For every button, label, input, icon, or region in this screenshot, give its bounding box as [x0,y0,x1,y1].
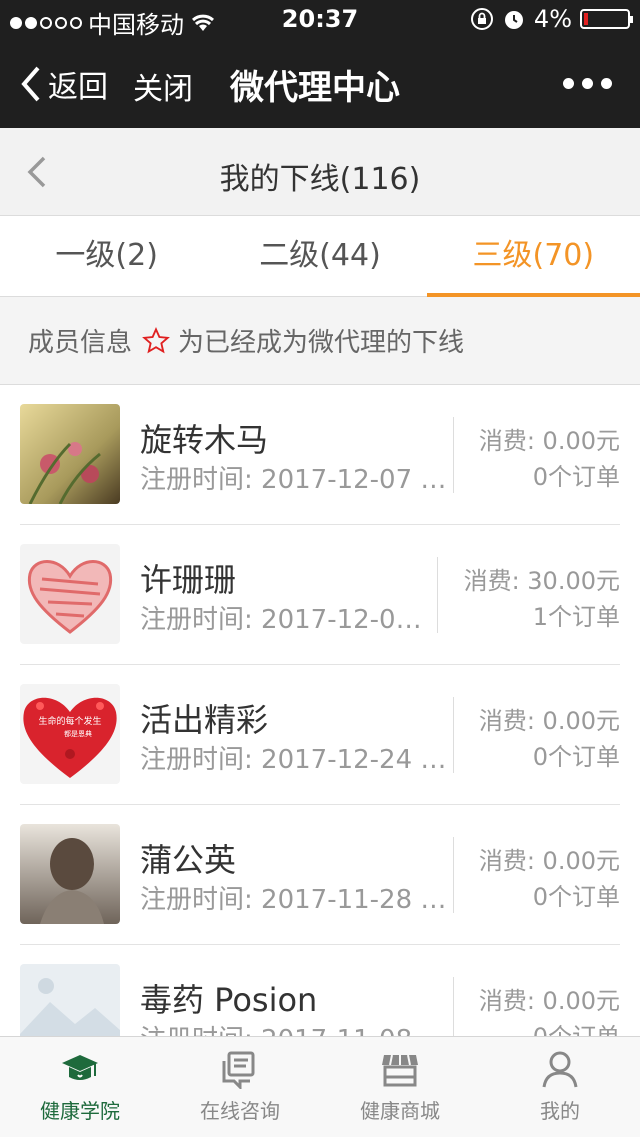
tab-label: 健康学院 [40,1099,120,1123]
alarm-icon [504,11,523,29]
list-item[interactable]: 蒲公英 注册时间: 2017-11-28 … 消费: 0.00元 0个订单 [20,805,620,945]
tab-level-1[interactable]: 一级(2) [0,216,213,296]
avatar [20,404,120,504]
status-bar: 中国移动 20:37 4% [0,0,640,40]
member-name: 毒药 Posion [140,981,318,1019]
info-bar: 成员信息 为已经成为微代理的下线 [0,297,640,385]
page-title: 微代理中心 [230,68,400,108]
tab-label: 我的 [540,1099,580,1123]
divider [453,417,454,493]
tab-label: 健康商城 [360,1099,440,1123]
member-orders: 0个订单 [532,743,620,771]
member-name: 活出精彩 [140,701,269,739]
info-description: 为已经成为微代理的下线 [178,328,465,358]
member-consume: 消费: 0.00元 [478,707,620,735]
avatar-text-1: 生命的每个发生 [38,715,101,727]
tab-level-3[interactable]: 三级(70) [426,216,640,297]
member-orders: 0个订单 [532,883,620,911]
sub-header: 我的下线(116) [0,128,640,216]
more-options-icon[interactable] [563,78,612,89]
star-outline-icon [142,326,170,353]
graduation-cap-icon [62,1055,98,1080]
battery-percent: 4% [533,5,572,33]
user-icon [542,1051,578,1088]
divider [453,837,454,913]
list-item[interactable]: 许珊珊 注册时间: 2017-12-0… 消费: 30.00元 1个订单 [20,525,620,665]
store-icon [382,1054,418,1087]
member-consume: 消费: 0.00元 [478,987,620,1015]
sub-title: 我的下线(116) [219,162,421,197]
avatar [20,824,120,924]
chevron-left-icon [21,66,40,102]
tab-mine[interactable]: 我的 [480,1037,640,1137]
tab-level-2[interactable]: 二级(44) [213,216,426,296]
member-name: 旋转木马 [140,421,269,459]
status-right: 4% [470,5,633,33]
level-tabs: 一级(2) 二级(44) 三级(70) [0,216,640,297]
avatar [20,544,120,644]
list-item[interactable]: 生命的每个发生 都是恩典 活出精彩 注册时间: 2017-12-24 … 消费:… [20,665,620,805]
divider [453,697,454,773]
member-consume: 消费: 30.00元 [463,567,620,595]
member-list: 旋转木马 注册时间: 2017-12-07 … 消费: 0.00元 0个订单 许… [0,385,640,1085]
member-orders: 1个订单 [532,603,620,631]
divider [437,557,438,633]
bottom-tab-bar: 健康学院 在线咨询 健康商城 我的 [0,1036,640,1137]
avatar: 生命的每个发生 都是恩典 [20,684,120,784]
tab-online-consult[interactable]: 在线咨询 [160,1037,320,1137]
back-button[interactable]: 返回 [20,62,108,106]
member-consume: 消费: 0.00元 [478,427,620,455]
tab-health-mall[interactable]: 健康商城 [320,1037,480,1137]
member-register-date: 注册时间: 2017-12-24 … [140,745,447,775]
info-label: 成员信息 [28,328,133,358]
tab-label: 在线咨询 [200,1099,280,1123]
chat-document-icon [222,1051,255,1089]
avatar-text-2: 都是恩典 [64,729,92,738]
member-name: 许珊珊 [140,561,237,599]
member-orders: 0个订单 [532,463,620,491]
close-button[interactable]: 关闭 [133,64,193,108]
nav-bar: 返回 关闭 微代理中心 [0,40,640,128]
member-register-date: 注册时间: 2017-12-07 … [140,465,447,495]
battery-icon [580,9,633,29]
rotation-lock-icon [470,8,493,30]
tab-health-academy[interactable]: 健康学院 [0,1037,160,1137]
list-item[interactable]: 旋转木马 注册时间: 2017-12-07 … 消费: 0.00元 0个订单 [20,385,620,525]
member-consume: 消费: 0.00元 [478,847,620,875]
member-register-date: 注册时间: 2017-12-0… [140,605,422,635]
back-label: 返回 [48,70,108,105]
member-name: 蒲公英 [140,841,237,879]
member-register-date: 注册时间: 2017-11-28 … [140,885,447,915]
